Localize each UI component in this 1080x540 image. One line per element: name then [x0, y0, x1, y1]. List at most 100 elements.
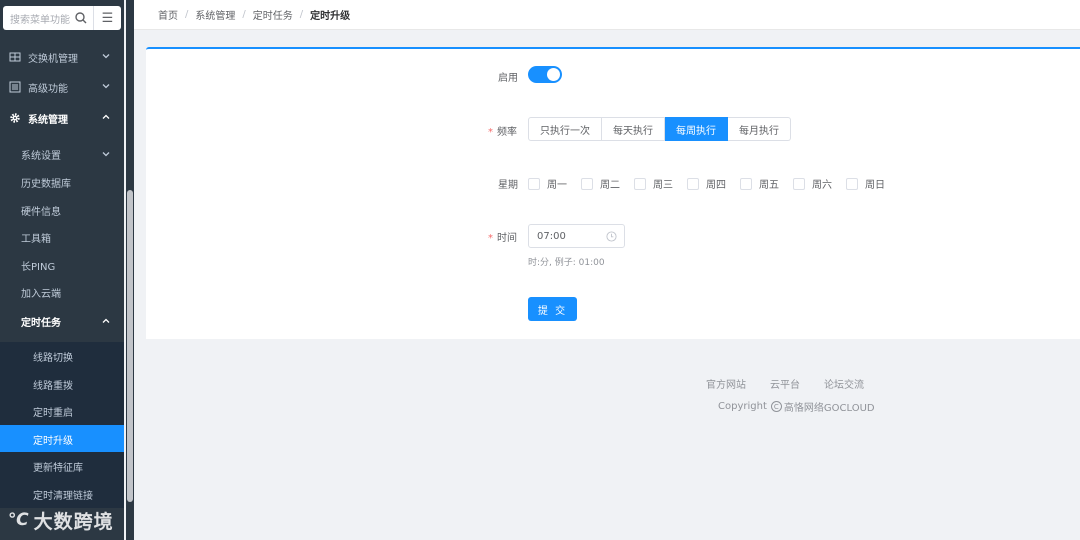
sidebar-item-label: 定时升级 [33, 435, 73, 447]
breadcrumb-separator: / [299, 9, 304, 20]
required-mark: * [488, 127, 493, 138]
checkbox-label: 周五 [759, 180, 779, 191]
advanced-icon [9, 81, 21, 93]
checkbox-box[interactable] [740, 177, 752, 190]
checkbox-box[interactable] [634, 177, 646, 190]
checkbox-label: 周三 [653, 180, 673, 191]
menu-toggle-button[interactable]: ☰ [93, 6, 121, 30]
copyright-icon: C [770, 401, 782, 412]
weekday-fri-checkbox[interactable]: 周五 [740, 176, 779, 191]
sidebar-item-update-signatures[interactable]: 更新特征库 [0, 452, 124, 480]
frequency-daily[interactable]: 每天执行 [602, 117, 665, 141]
breadcrumb-system-management[interactable]: 系统管理 [195, 7, 235, 22]
toggle-knob [547, 68, 560, 81]
sidebar-item-label: 定时任务 [21, 317, 61, 329]
sidebar-item-label: 高级功能 [28, 83, 68, 95]
sidebar-item-label: 系统管理 [28, 114, 68, 126]
sidebar-item-scheduled-reboot[interactable]: 定时重启 [0, 397, 124, 425]
weekday-sun-checkbox[interactable]: 周日 [846, 176, 885, 191]
weekday-sat-checkbox[interactable]: 周六 [793, 176, 832, 191]
checkbox-label: 周六 [812, 180, 832, 191]
weekday-mon-checkbox[interactable]: 周一 [528, 176, 567, 191]
sidebar-item-system-management[interactable]: 系统管理 [0, 104, 124, 132]
sidebar-item-line-switch[interactable]: 线路切换 [0, 342, 124, 370]
sidebar-item-label: 系统设置 [21, 150, 61, 162]
watermark-text: 大数跨境 [33, 510, 114, 533]
gear-icon [10, 113, 20, 123]
search-input[interactable]: 搜索菜单功能 [3, 6, 93, 30]
sidebar-item-label: 长PING [21, 261, 56, 273]
sidebar-item-long-ping[interactable]: 长PING [0, 251, 124, 279]
switch-icon [9, 52, 21, 62]
weekday-tue-checkbox[interactable]: 周二 [581, 176, 620, 191]
breadcrumb-current: 定时升级 [310, 11, 351, 22]
sidebar-item-switch-management[interactable]: 交换机管理 [0, 43, 124, 71]
sidebar-item-label: 工具箱 [21, 233, 51, 245]
submit-button[interactable]: 提 交 [528, 297, 577, 321]
required-mark: * [488, 233, 493, 244]
sidebar-item-clean-connections[interactable]: 定时清理链接 [0, 480, 124, 508]
breadcrumb-home[interactable]: 首页 [158, 7, 178, 22]
sidebar-item-label: 线路切换 [33, 352, 73, 364]
sidebar-item-join-cloud[interactable]: 加入云端 [0, 278, 124, 306]
frequency-radio-group: 只执行一次 每天执行 每周执行 每月执行 [528, 117, 791, 141]
sidebar-scrollbar-thumb[interactable] [127, 190, 133, 502]
footer-links: 官方网站 云平台 论坛交流 [706, 376, 888, 391]
search-icon[interactable] [73, 10, 89, 26]
sidebar-item-system-settings[interactable]: 系统设置 [0, 140, 124, 168]
sidebar-item-label: 定时清理链接 [33, 490, 93, 502]
frequency-label: * 频率 [488, 123, 517, 138]
sidebar-item-label: 定时重启 [33, 407, 73, 419]
weekday-thu-checkbox[interactable]: 周四 [687, 176, 726, 191]
sidebar-item-hardware-info[interactable]: 硬件信息 [0, 196, 124, 224]
checkbox-box[interactable] [581, 177, 593, 190]
sidebar-item-history-db[interactable]: 历史数据库 [0, 168, 124, 196]
sidebar-item-advanced[interactable]: 高级功能 [0, 73, 124, 101]
sidebar-item-line-redial[interactable]: 线路重拨 [0, 370, 124, 398]
watermark: ℃ 大数跨境 [8, 506, 114, 534]
upgrade-form-card: 启用 * 频率 只执行一次 每天执行 每周执行 每月执行 星期 周一 周二 周三 … [146, 47, 1080, 339]
sidebar-item-label: 加入云端 [21, 288, 61, 300]
weekday-wed-checkbox[interactable]: 周三 [634, 176, 673, 191]
time-value: 07:00 [537, 230, 566, 242]
chevron-down-icon [102, 84, 110, 89]
footer-link-official-site[interactable]: 官方网站 [706, 376, 746, 391]
sidebar-item-scheduled-upgrade[interactable]: 定时升级 [0, 425, 124, 453]
enable-toggle[interactable] [528, 66, 562, 83]
search-placeholder: 搜索菜单功能 [10, 14, 70, 26]
chevron-up-icon [102, 318, 110, 323]
copyright-owner: 高恪网络GOCLOUD [783, 403, 875, 414]
time-input[interactable]: 07:00 [528, 224, 625, 248]
breadcrumb-separator: / [242, 9, 246, 20]
clock-icon [606, 231, 617, 242]
breadcrumb-separator: / [185, 9, 189, 20]
checkbox-box[interactable] [528, 177, 540, 190]
time-hint: 时:分, 例子: 01:00 [528, 258, 605, 268]
menu-search: 搜索菜单功能 ☰ [3, 6, 121, 30]
checkbox-box[interactable] [846, 177, 858, 190]
watermark-logo: ℃ [8, 510, 30, 530]
breadcrumb-scheduled-tasks[interactable]: 定时任务 [253, 7, 293, 22]
checkbox-label: 周日 [865, 180, 885, 191]
checkbox-label: 周二 [600, 180, 620, 191]
time-label: * 时间 [488, 229, 517, 244]
frequency-monthly[interactable]: 每月执行 [728, 117, 791, 141]
frequency-once[interactable]: 只执行一次 [528, 117, 602, 141]
sidebar: 搜索菜单功能 ☰ 交换机管理 高级功能 系统管理 系统设置 历史数据库 硬件信息… [0, 0, 124, 540]
hamburger-icon: ☰ [101, 10, 114, 26]
checkbox-box[interactable] [687, 177, 699, 190]
weekday-label: 星期 [498, 180, 518, 191]
checkbox-box[interactable] [793, 177, 805, 190]
chevron-down-icon [102, 54, 110, 59]
checkbox-label: 周四 [706, 180, 726, 191]
copyright: Copyright C 高恪网络GOCLOUD [718, 399, 875, 414]
frequency-label-text: 频率 [497, 127, 517, 138]
frequency-weekly[interactable]: 每周执行 [665, 117, 728, 141]
footer-link-cloud-platform[interactable]: 云平台 [770, 376, 800, 391]
sidebar-item-toolbox[interactable]: 工具箱 [0, 223, 124, 251]
weekday-checkbox-group: 周一 周二 周三 周四 周五 周六 周日 [528, 176, 899, 191]
sidebar-item-label: 更新特征库 [33, 462, 83, 474]
sidebar-item-scheduled-tasks[interactable]: 定时任务 [0, 307, 124, 335]
footer-link-forum[interactable]: 论坛交流 [824, 376, 864, 391]
sidebar-item-label: 交换机管理 [28, 53, 78, 65]
